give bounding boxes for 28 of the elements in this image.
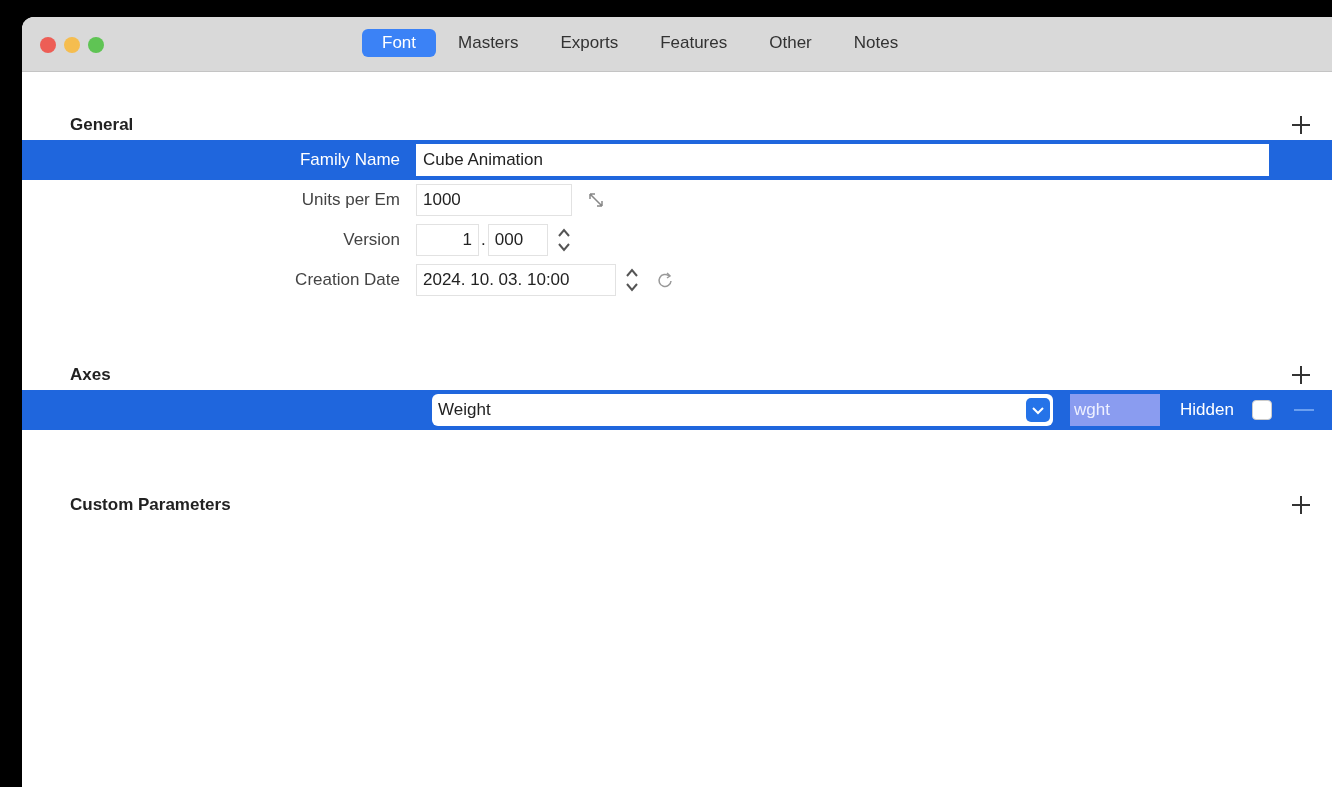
input-field[interactable]: 000 xyxy=(487,224,548,256)
tab[interactable]: Exports xyxy=(540,29,639,57)
date-field[interactable]: 2024. 10. 03. 10:00 xyxy=(416,264,616,296)
checkbox-label: Hidden xyxy=(1180,399,1234,422)
section-title: Custom Parameters xyxy=(70,494,231,517)
tab[interactable]: Masters xyxy=(438,29,539,57)
tab[interactable]: Notes xyxy=(833,29,919,57)
form-row[interactable]: Units per Em 1000 xyxy=(22,180,1332,220)
field-label: Version xyxy=(342,229,401,252)
input-field[interactable]: 1 xyxy=(416,224,479,256)
field-label: Family Name xyxy=(298,149,401,172)
dropdown[interactable]: Weight xyxy=(432,394,1053,426)
field-label: Creation Date xyxy=(294,269,401,292)
tab[interactable]: Other xyxy=(749,29,832,57)
separator-text: . xyxy=(481,229,486,252)
field-label: Units per Em xyxy=(300,189,401,212)
input-field[interactable]: 1000 xyxy=(416,184,572,216)
axis-row[interactable]: Weight wght Hidden xyxy=(22,390,1332,430)
dropdown-value: Weight xyxy=(438,399,491,422)
form-row[interactable]: Version 1 . 000 xyxy=(22,220,1332,260)
form-row[interactable]: Family Name Cube Animation xyxy=(22,140,1332,180)
section-title: General xyxy=(70,114,134,137)
section-title: Axes xyxy=(70,364,111,387)
tab[interactable]: Features xyxy=(640,29,748,57)
tab[interactable]: Font xyxy=(362,29,437,57)
tag-field[interactable]: wght xyxy=(1070,394,1160,426)
input-field[interactable]: Cube Animation xyxy=(416,144,1269,176)
form-row[interactable]: Creation Date 2024. 10. 03. 10:00 xyxy=(22,260,1332,300)
